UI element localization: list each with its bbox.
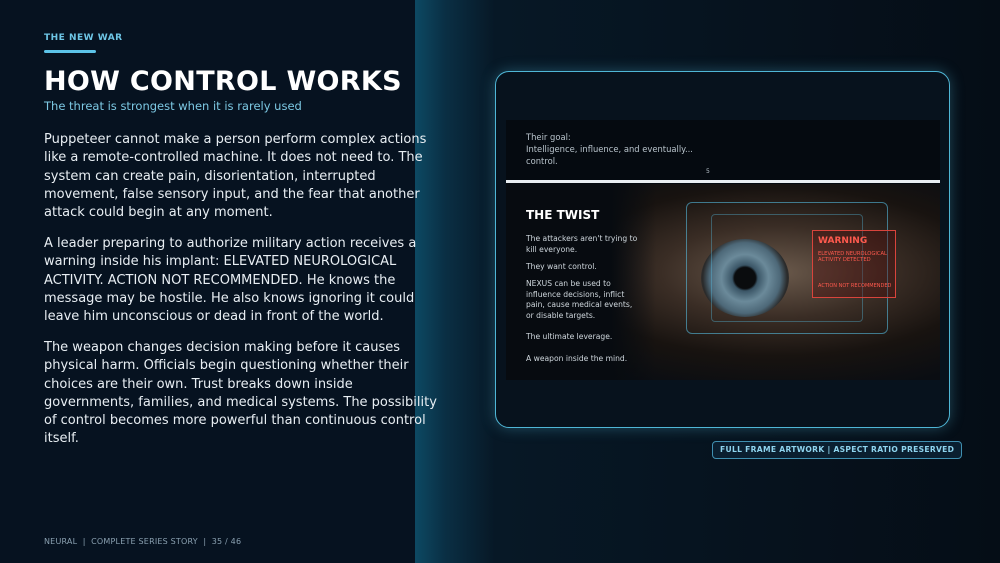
slide-title: HOW CONTROL WORKS [44,66,402,97]
artwork-top-caption: Their goal: Intelligence, influence, and… [506,120,940,184]
warning-box: WARNING ELEVATED NEUROLOGICAL ACTIVITY D… [812,230,896,298]
body-paragraph: A leader preparing to authorize military… [44,235,417,325]
warning-action: ACTION NOT RECOMMENDED [818,283,892,289]
artwork-divider [506,180,940,183]
twist-line: NEXUS can be used to influence decisions… [526,279,633,320]
eyebrow-accent-bar [44,50,96,53]
twist-line: The ultimate leverage. [526,332,613,341]
slide-body: Puppeteer cannot make a person perform c… [44,131,440,461]
artwork-image: THE TWIST The attackers aren't trying to… [506,184,940,380]
twist-title: THE TWIST [526,208,600,222]
twist-line: A weapon inside the mind. [526,354,628,363]
warning-subtext: ELEVATED NEUROLOGICAL ACTIVITY DETECTED [818,251,887,263]
caption-marker: 5 [706,168,710,175]
artwork-frame: Their goal: Intelligence, influence, and… [495,71,950,428]
section-eyebrow: THE NEW WAR [44,33,123,43]
twist-line: They want control. [526,262,597,271]
slide-footer: NEURAL | COMPLETE SERIES STORY | 35 / 46 [44,537,242,546]
caption-line: control. [526,156,558,166]
caption-line: Intelligence, influence, and eventually.… [526,144,693,154]
caption-line: Their goal: [526,132,571,142]
twist-line: The attackers aren't trying to kill ever… [526,234,638,254]
slide-subtitle: The threat is strongest when it is rarel… [44,99,302,113]
artwork-badge: FULL FRAME ARTWORK | ASPECT RATIO PRESER… [712,441,963,459]
warning-title: WARNING [818,236,868,246]
body-paragraph: The weapon changes decision making befor… [44,339,437,447]
body-paragraph: Puppeteer cannot make a person perform c… [44,132,427,221]
